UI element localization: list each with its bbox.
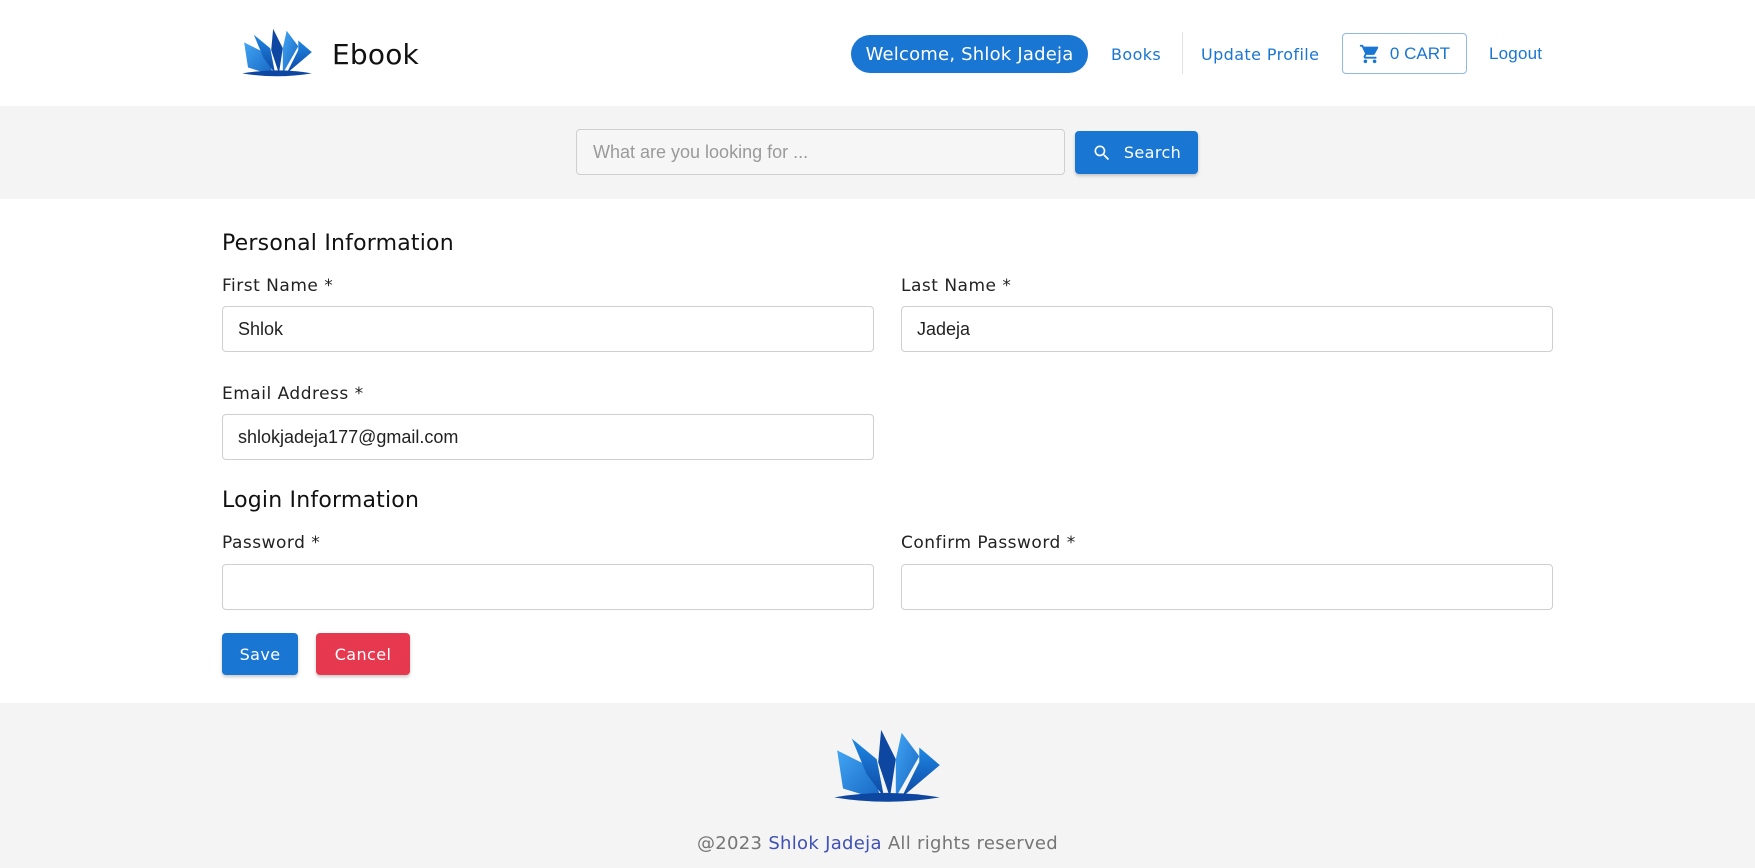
- confirm-password-field[interactable]: [901, 564, 1553, 610]
- search-icon: [1094, 145, 1109, 160]
- email-label: Email Address *: [222, 384, 364, 404]
- cancel-button[interactable]: Cancel: [316, 633, 410, 675]
- nav-divider: [1182, 32, 1183, 74]
- first-name-label: First Name *: [222, 276, 334, 296]
- email-field[interactable]: [222, 414, 874, 460]
- login-information-heading: Login Information: [222, 488, 420, 513]
- brand[interactable]: Ebook: [238, 24, 419, 84]
- logout-link[interactable]: Logout: [1489, 35, 1542, 73]
- app-header: Ebook Welcome, Shlok Jadeja Books Update…: [0, 0, 1755, 106]
- nav-books-link[interactable]: Books: [1111, 35, 1161, 73]
- password-field[interactable]: [222, 564, 874, 610]
- last-name-label: Last Name *: [901, 276, 1012, 296]
- footer-owner-link[interactable]: Shlok Jadeja: [768, 833, 881, 854]
- footer-rights: All rights reserved: [887, 833, 1059, 854]
- personal-information-heading: Personal Information: [222, 231, 454, 256]
- confirm-password-label: Confirm Password *: [901, 533, 1076, 553]
- search-button-label: Search: [1123, 143, 1182, 162]
- cart-icon: [1359, 44, 1379, 63]
- cart-label: 0 CART: [1389, 43, 1451, 63]
- first-name-field[interactable]: [222, 306, 874, 352]
- password-label: Password *: [222, 533, 321, 553]
- footer-year: @2023: [696, 833, 763, 854]
- nav-update-profile-link[interactable]: Update Profile: [1201, 35, 1319, 73]
- search-button[interactable]: Search: [1075, 131, 1198, 174]
- last-name-field[interactable]: [901, 306, 1553, 352]
- search-input[interactable]: [576, 129, 1065, 175]
- footer: @2023 Shlok Jadeja All rights reserved: [0, 703, 1755, 868]
- cart-button[interactable]: 0 CART: [1342, 33, 1467, 74]
- search-band: Search: [0, 106, 1755, 199]
- open-book-logo-icon: [834, 729, 940, 802]
- welcome-badge: Welcome, Shlok Jadeja: [851, 35, 1088, 73]
- open-book-logo-icon: [242, 28, 312, 77]
- footer-copyright: @2023 Shlok Jadeja All rights reserved: [0, 833, 1755, 854]
- save-button[interactable]: Save: [222, 633, 298, 675]
- brand-name: Ebook: [332, 37, 419, 71]
